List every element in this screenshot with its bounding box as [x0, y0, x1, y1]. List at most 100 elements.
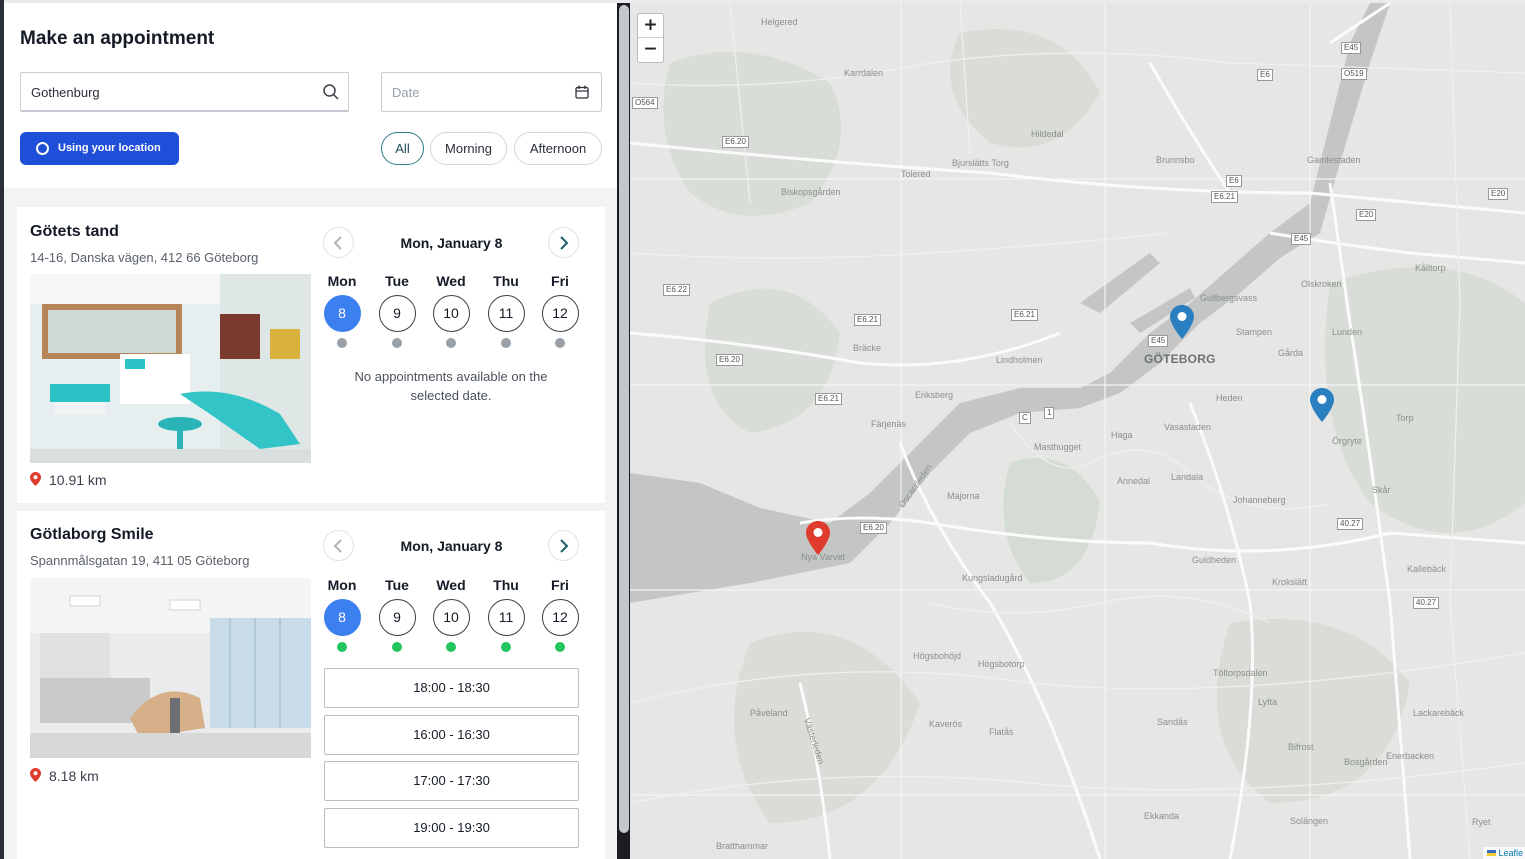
attribution-flag-icon [1487, 850, 1497, 856]
map-label: Högsbotorp [978, 659, 1025, 669]
map-label: Stampen [1236, 327, 1273, 337]
day-tue[interactable]: Tue 9 [374, 577, 420, 652]
location-spinner-icon [36, 142, 49, 155]
map-label: Bratthammar [716, 841, 769, 851]
date-placeholder: Date [392, 85, 420, 100]
map-marker-blue-icon[interactable] [1310, 388, 1334, 422]
search-input[interactable]: Gothenburg [20, 72, 349, 112]
time-slot-button[interactable]: 17:00 - 17:30 [324, 761, 579, 801]
map-attribution[interactable]: Leafle [1483, 847, 1525, 859]
filter-afternoon[interactable]: Afternoon [514, 132, 602, 165]
map-label: Bjurslätts Torg [952, 158, 1009, 168]
day-wed[interactable]: Wed 10 [428, 577, 474, 652]
day-number[interactable]: 9 [378, 599, 416, 636]
map-label: Töltorpsdalen [1213, 668, 1268, 678]
map-label: Påveland [750, 708, 788, 718]
time-slot-button[interactable]: 19:00 - 19:30 [324, 808, 579, 848]
clinic-address: 14-16, Danska vägen, 412 66 Göteborg [30, 250, 259, 265]
search-icon[interactable] [322, 83, 340, 101]
map-label: Färjenäs [871, 419, 907, 429]
clinic-card: Götets tand 14-16, Danska vägen, 412 66 … [17, 207, 605, 503]
map-label: Biskopsgården [781, 187, 841, 197]
day-number[interactable]: 11 [487, 295, 525, 332]
road-shield: O564 [632, 97, 658, 109]
calendar-icon[interactable] [575, 85, 589, 99]
use-location-button[interactable]: Using your location [20, 132, 179, 165]
map-label: Annedal [1117, 476, 1151, 486]
date-field[interactable]: Date [381, 72, 602, 112]
previous-week-button[interactable] [323, 530, 354, 561]
map-label: Olskroken [1301, 279, 1342, 289]
no-appointments-message: No appointments available on the selecte… [354, 369, 548, 403]
time-slot-button[interactable]: 18:00 - 18:30 [324, 668, 579, 708]
map-label: Torp [1396, 413, 1414, 423]
availability-dot [501, 338, 511, 348]
road-shield: E6.21 [854, 314, 881, 326]
road-shield: E6.20 [722, 136, 749, 148]
map-label: Brunnsbo [1156, 155, 1195, 165]
road-shield: E6.21 [815, 393, 842, 405]
road-shield: E6 [1257, 69, 1273, 81]
map-label: Örgryte [1332, 436, 1363, 446]
map-label: Lindholmen [996, 355, 1043, 365]
filter-all[interactable]: All [381, 132, 424, 165]
map-label: Lackarebäck [1413, 708, 1465, 718]
zoom-out-button[interactable]: − [638, 38, 663, 62]
next-week-button[interactable] [548, 530, 579, 561]
day-thu[interactable]: Thu 11 [483, 273, 529, 348]
road-shield: E6.20 [716, 354, 743, 366]
availability-dot [446, 642, 456, 652]
availability-dot [392, 338, 402, 348]
clinic-distance: 8.18 km [30, 768, 99, 784]
map-label: Gårda [1278, 348, 1304, 358]
map-label: Majorna [947, 491, 980, 501]
day-number[interactable]: 11 [487, 599, 525, 636]
map-label: Skår [1372, 485, 1391, 495]
zoom-in-button[interactable]: + [638, 14, 663, 38]
chevron-right-icon [560, 236, 569, 250]
map-label: Kålltorp [1415, 263, 1446, 273]
road-shield: E45 [1148, 335, 1169, 347]
day-number[interactable]: 9 [378, 295, 416, 332]
day-fri[interactable]: Fri 12 [537, 273, 583, 348]
day-number[interactable]: 8 [323, 599, 361, 636]
day-mon[interactable]: Mon 8 [319, 273, 365, 348]
clinic-name[interactable]: Götets tand [30, 223, 119, 241]
map-label: Haga [1111, 430, 1133, 440]
availability-dot [337, 642, 347, 652]
day-number[interactable]: 10 [432, 295, 470, 332]
panel-scrollbar[interactable] [619, 5, 629, 833]
chevron-right-icon [560, 539, 569, 553]
previous-week-button[interactable] [323, 227, 354, 258]
day-wed[interactable]: Wed 10 [428, 273, 474, 348]
road-shield: E6.21 [1011, 309, 1038, 321]
map-marker-red-icon[interactable] [806, 521, 830, 555]
next-week-button[interactable] [548, 227, 579, 258]
map-view[interactable]: Helgered Karrdalen Hildedal Bjurslätts T… [630, 3, 1525, 859]
map-label: Landala [1171, 472, 1204, 482]
day-thu[interactable]: Thu 11 [483, 577, 529, 652]
map-label: Tolered [901, 169, 931, 179]
day-number[interactable]: 10 [432, 599, 470, 636]
map-label: Lyfta [1258, 697, 1278, 707]
time-slot-button[interactable]: 16:00 - 16:30 [324, 715, 579, 755]
map-marker-blue-icon[interactable] [1170, 305, 1194, 339]
day-number[interactable]: 8 [323, 295, 361, 332]
clinic-address: Spannmålsgatan 19, 411 05 Göteborg [30, 553, 250, 568]
filter-morning[interactable]: Morning [430, 132, 507, 165]
map-label: Kaverös [929, 719, 963, 729]
day-number[interactable]: 12 [541, 599, 579, 636]
road-shield: 40.27 [1337, 518, 1364, 530]
day-name: Mon [327, 273, 357, 289]
map-label: Heden [1216, 393, 1243, 403]
map-label: Bräcke [853, 343, 882, 353]
selected-date: Mon, January 8 [400, 538, 503, 554]
day-fri[interactable]: Fri 12 [537, 577, 583, 652]
day-mon[interactable]: Mon 8 [319, 577, 365, 652]
clinic-name[interactable]: Götlaborg Smile [30, 526, 154, 544]
road-shield: E6.22 [663, 284, 690, 296]
availability-dot [392, 642, 402, 652]
day-tue[interactable]: Tue 9 [374, 273, 420, 348]
day-number[interactable]: 12 [541, 295, 579, 332]
availability-dot [446, 338, 456, 348]
